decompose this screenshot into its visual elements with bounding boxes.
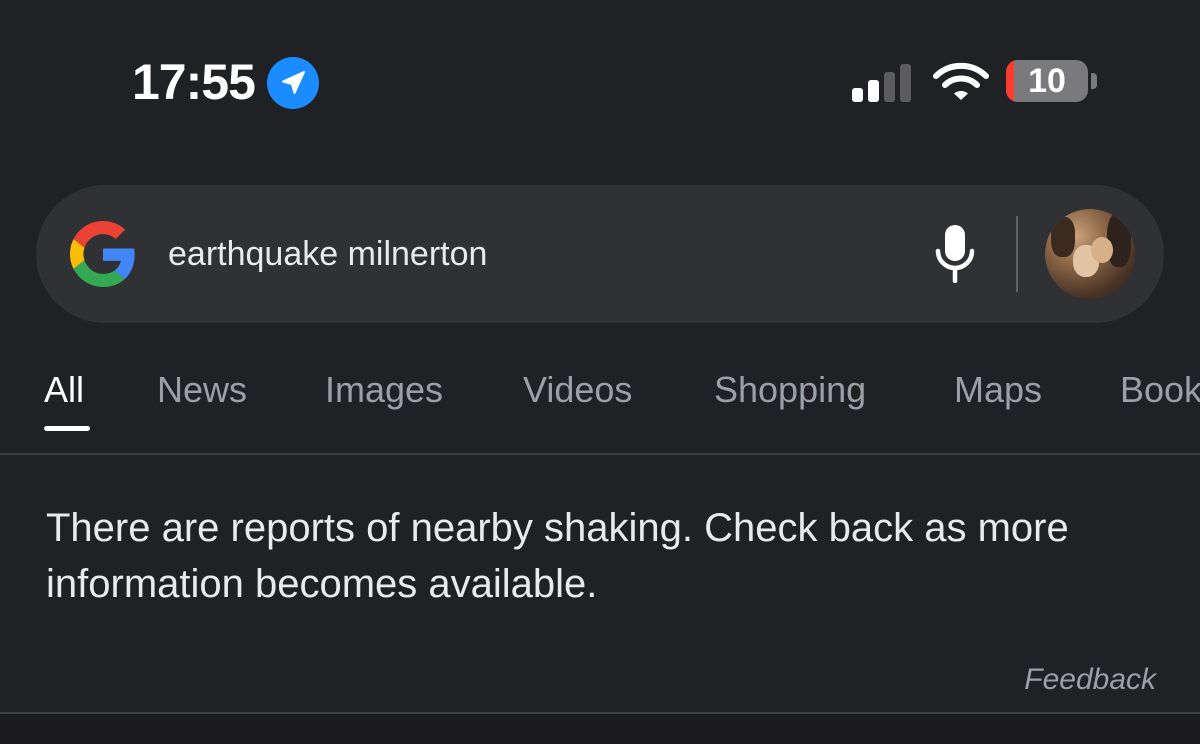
tabs-divider [0,453,1200,455]
wifi-icon [933,62,989,100]
avatar-shadow-left [1051,217,1075,257]
earthquake-alert-text: There are reports of nearby shaking. Che… [46,506,1069,606]
signal-bar-4 [900,64,911,102]
signal-bar-2 [868,80,879,102]
avatar-shadow-right [1107,213,1131,267]
location-arrow-icon [267,57,319,109]
tab-images[interactable]: Images [325,365,443,415]
active-tab-indicator [44,426,90,431]
results-divider [0,712,1200,714]
signal-bar-1 [852,88,863,102]
signal-bar-3 [884,72,895,102]
search-bar[interactable]: earthquake milnerton [36,185,1164,323]
feedback-link[interactable]: Feedback [1000,660,1156,700]
search-divider [1016,216,1018,292]
account-avatar[interactable] [1045,209,1135,299]
next-result-card-edge [0,712,1200,744]
search-tabs: All News Images Videos Shopping Maps Boo… [0,345,1200,455]
tab-maps[interactable]: Maps [954,365,1042,415]
avatar-figure-head [1091,237,1113,263]
tab-all[interactable]: All [44,365,84,415]
status-time: 17:55 [132,54,256,110]
status-bar: 17:55 10 [0,0,1200,150]
search-input[interactable]: earthquake milnerton [168,229,487,279]
tab-videos[interactable]: Videos [523,365,632,415]
battery-level: 10 [1028,62,1066,100]
tab-news[interactable]: News [157,365,247,415]
google-search-screen: 17:55 10 earthquake milnerton All News I… [0,0,1200,744]
tab-books[interactable]: Books [1120,365,1200,415]
cellular-signal-icon [852,64,911,102]
battery-icon: 10 [1006,60,1088,102]
battery-cap [1091,73,1097,89]
microphone-icon[interactable] [933,223,977,285]
tab-shopping[interactable]: Shopping [714,365,866,415]
google-g-icon [70,221,135,287]
